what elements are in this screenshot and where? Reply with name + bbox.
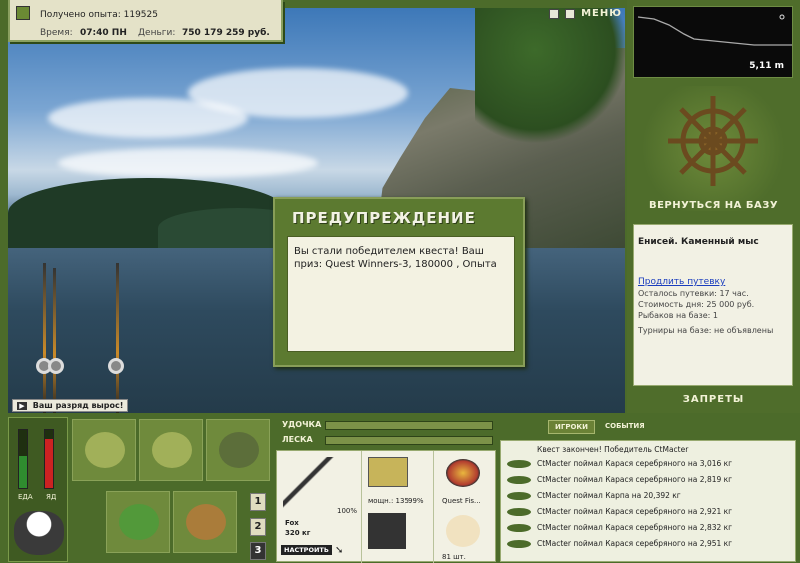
- arrow-right-icon: ▶: [17, 402, 27, 410]
- list-item: CtMacter поймал Карася серебряного на 2,…: [507, 475, 793, 489]
- rank-notice-text: Ваш разряд вырос!: [32, 401, 124, 410]
- fishing-rod-1[interactable]: [43, 263, 46, 413]
- fish-icon: [507, 524, 531, 532]
- fish-icon: [507, 476, 531, 484]
- base-info-panel: Енисей. Каменный мыс Продлить путевку Ос…: [633, 224, 793, 386]
- time-value: 07:40 ПН: [80, 28, 127, 38]
- depth-map: 5,11 m: [633, 6, 793, 78]
- dough-icon: [446, 515, 480, 547]
- food-label: ЕДА: [18, 493, 33, 501]
- fish-icon: [507, 508, 531, 516]
- bait-slot[interactable]: Quest Fis...: [433, 451, 496, 511]
- reel-percent: 99%: [408, 497, 424, 505]
- extend-ticket-link[interactable]: Продлить путевку: [638, 277, 788, 287]
- rod-name: Fox: [285, 519, 299, 527]
- event-text: CtMacter поймал Карася серебряного на 3,…: [537, 459, 733, 468]
- fishing-rod-2[interactable]: [53, 268, 56, 413]
- tab-events[interactable]: СОБЫТИЯ: [599, 420, 651, 434]
- event-text: CtMacter поймал Карася серебряного на 2,…: [537, 507, 733, 516]
- arrow-icon: ➘: [335, 545, 344, 556]
- list-item: CtMacter поймал Карася серебряного на 2,…: [507, 507, 793, 521]
- list-item: CtMacter поймал Карася серебряного на 2,…: [507, 539, 793, 553]
- slot-3-button[interactable]: 3: [250, 542, 266, 560]
- rod-icon[interactable]: [283, 457, 335, 512]
- bans-button[interactable]: ЗАПРЕТЫ: [627, 394, 800, 405]
- warning-dialog[interactable]: ПРЕДУПРЕЖДЕНИЕ Вы стали победителем квес…: [273, 197, 525, 367]
- experience-label: Получено опыта:: [40, 10, 121, 20]
- info-line: Рыбаков на базе: 1: [638, 311, 718, 320]
- rod-percent: 100%: [337, 507, 358, 515]
- event-text: CtMacter поймал Карася серебряного на 2,…: [537, 523, 733, 532]
- reel-icon: [108, 358, 124, 374]
- right-panel: 5,11 m ВЕРНУТЬСЯ НА БАЗУ Енисей. Каменны…: [627, 0, 800, 413]
- net-slot[interactable]: [206, 419, 270, 481]
- bucket-slot[interactable]: [173, 491, 237, 553]
- bag-slot[interactable]: [72, 419, 136, 481]
- sack-slot[interactable]: [139, 419, 203, 481]
- rod-weight: 320 кг: [285, 529, 311, 537]
- events-panel: Квест закончен! Победитель CtMacter CtMa…: [500, 440, 796, 562]
- ship-wheel-icon[interactable]: [633, 86, 793, 211]
- top-controls: МЕНЮ: [549, 8, 622, 19]
- slot-1-button[interactable]: 1: [250, 493, 266, 511]
- line-label: ЛЕСКА: [282, 435, 313, 444]
- bait-count: 81 шт.: [442, 553, 466, 561]
- notes-icon[interactable]: [16, 6, 30, 20]
- poison-label: ЯД: [46, 493, 57, 501]
- fishing-rod-3[interactable]: [116, 263, 119, 413]
- basket-slot[interactable]: [106, 491, 170, 553]
- money-value: 750 179 259 руб.: [182, 28, 270, 38]
- dialog-title: ПРЕДУПРЕЖДЕНИЕ: [292, 209, 476, 227]
- bait-name: Quest Fis...: [442, 497, 481, 505]
- food-bar: [18, 429, 28, 489]
- reel-icon: [368, 457, 408, 487]
- dialog-message: Вы стали победителем квеста! Ваш приз: Q…: [287, 236, 515, 352]
- line-slot[interactable]: [361, 511, 433, 563]
- rod-label: УДОЧКА: [282, 420, 322, 429]
- player-stats-panel: Получено опыта: 119525 Время: 07:40 ПН Д…: [8, 0, 283, 42]
- tackle-panel: Fox 320 кг 100% НАСТРОИТЬ ➘ мощн.: 135 9…: [276, 450, 496, 563]
- sound-icon[interactable]: [565, 8, 576, 19]
- bait-icon: [446, 459, 480, 487]
- rank-notice[interactable]: ▶ Ваш разряд вырос!: [12, 399, 129, 412]
- event-text: CtMacter поймал Карпа на 20,392 кг: [537, 491, 681, 500]
- list-item: CtMacter поймал Карася серебряного на 3,…: [507, 459, 793, 473]
- setup-button[interactable]: НАСТРОИТЬ: [281, 545, 332, 555]
- poison-bar: [44, 429, 54, 489]
- info-line: Осталось путевки: 17 час.: [638, 289, 749, 298]
- depth-value: 5,11 m: [749, 61, 784, 71]
- menu-button[interactable]: МЕНЮ: [581, 8, 622, 19]
- quest-finished-text: Квест закончен! Победитель CtMacter: [537, 445, 689, 454]
- experience-value: 119525: [123, 10, 158, 20]
- list-item: CtMacter поймал Карпа на 20,392 кг: [507, 491, 793, 505]
- line-icon: [368, 513, 406, 549]
- line-progress: [325, 436, 493, 445]
- reel-power: мощн.: 135: [368, 497, 409, 505]
- slot-2-button[interactable]: 2: [250, 518, 266, 536]
- pause-icon[interactable]: [549, 8, 560, 19]
- reel-slot[interactable]: мощн.: 135 99%: [361, 451, 433, 511]
- reel-icon: [48, 358, 64, 374]
- event-text: CtMacter поймал Карася серебряного на 2,…: [537, 539, 733, 548]
- tab-players[interactable]: ИГРОКИ: [548, 420, 595, 434]
- fish-icon: [507, 460, 531, 468]
- trees: [475, 8, 625, 148]
- money-label: Деньги:: [138, 28, 176, 38]
- time-label: Время:: [40, 28, 73, 38]
- event-text: CtMacter поймал Карася серебряного на 2,…: [537, 475, 733, 484]
- pot-icon[interactable]: [14, 511, 64, 555]
- rod-progress: [325, 421, 493, 430]
- events-tabs: ИГРОКИ СОБЫТИЯ: [548, 420, 651, 434]
- location-title: Енисей. Каменный мыс: [638, 237, 759, 247]
- return-to-base-button[interactable]: ВЕРНУТЬСЯ НА БАЗУ: [627, 200, 800, 211]
- info-line: Турниры на базе: не объявлены: [638, 326, 774, 335]
- fish-icon: [507, 540, 531, 548]
- list-item: CtMacter поймал Карася серебряного на 2,…: [507, 523, 793, 537]
- info-line: Стоимость дня: 25 000 руб.: [638, 300, 755, 309]
- lure-slot[interactable]: 81 шт.: [433, 511, 496, 563]
- fish-icon: [507, 492, 531, 500]
